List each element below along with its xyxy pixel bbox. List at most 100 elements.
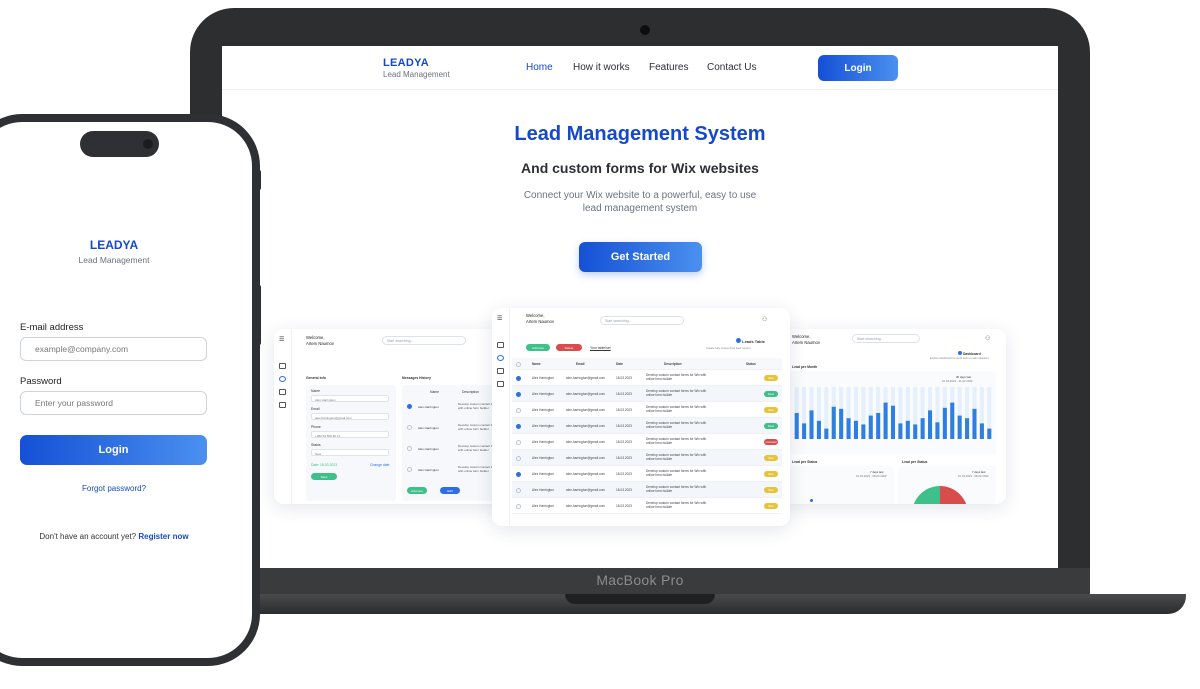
- status-badge[interactable]: New: [764, 487, 778, 493]
- table-row[interactable]: Alex Harrington alex-harrington@gmail.com…: [512, 418, 782, 434]
- nav-link-home[interactable]: Home: [526, 62, 553, 73]
- table-row[interactable]: Alex Harrington alex-harrington@gmail.com…: [512, 434, 782, 450]
- password-label: Password: [20, 376, 62, 387]
- table-row[interactable]: Alex Harrington alex-harrington@gmail.com…: [512, 402, 782, 418]
- bar: [876, 413, 881, 439]
- nav-link-features[interactable]: Features: [649, 62, 688, 73]
- table-tab[interactable]: Your table/set: [590, 346, 611, 350]
- row-checkbox[interactable]: [407, 467, 412, 472]
- phone-login-button[interactable]: Login: [20, 435, 207, 465]
- col-status[interactable]: Status: [746, 362, 756, 366]
- save-button[interactable]: Save: [311, 473, 337, 480]
- name-field[interactable]: Alex Harrington: [311, 395, 389, 402]
- chart-title-status-2: Lead per Status: [902, 460, 928, 464]
- top-navigation: LEADYA Lead Management Home How it works…: [222, 46, 1058, 90]
- register-now-link[interactable]: Register now: [138, 532, 188, 541]
- row-email: alex-harrington@gmail.com: [566, 488, 606, 492]
- bookmark-icon[interactable]: [497, 368, 504, 374]
- add-new-button[interactable]: Add new: [526, 344, 550, 351]
- grid-icon[interactable]: [497, 342, 504, 348]
- email-input[interactable]: example@company.com: [20, 337, 207, 361]
- bar: [846, 418, 851, 439]
- row-checkbox[interactable]: [516, 471, 521, 477]
- email-field[interactable]: alex-harrington@gmail.com: [311, 413, 389, 420]
- row-email: alex-harrington@gmail.com: [566, 424, 606, 428]
- message-row[interactable]: Alex Harrington Develop custom contact fo…: [406, 399, 504, 416]
- layers-icon[interactable]: [497, 381, 504, 387]
- change-date-link[interactable]: Change date: [370, 463, 389, 467]
- row-name: Alex Harrington: [532, 392, 554, 396]
- bar: [950, 402, 955, 439]
- login-button[interactable]: Login: [818, 55, 898, 81]
- hero-title: Lead Management System: [514, 123, 766, 145]
- status-badge[interactable]: New: [764, 455, 778, 461]
- message-name: Alex Harrington: [418, 405, 439, 409]
- row-checkbox[interactable]: [516, 503, 521, 509]
- phone-field[interactable]: +380 63 569 96 14: [311, 431, 389, 438]
- status-badge[interactable]: New: [764, 471, 778, 477]
- row-checkbox[interactable]: [516, 423, 521, 429]
- row-checkbox[interactable]: [516, 487, 521, 493]
- message-row[interactable]: Alex Harrington Develop custom contact fo…: [406, 441, 504, 458]
- col-name[interactable]: Name: [532, 362, 541, 366]
- bar: [920, 418, 925, 439]
- messages-history-heading: Messages History: [402, 376, 431, 380]
- logo-name[interactable]: LEADYA: [383, 57, 429, 69]
- status-badge[interactable]: Done: [764, 423, 778, 429]
- table-row[interactable]: Alex Harrington alex-harrington@gmail.com…: [512, 482, 782, 498]
- row-checkbox[interactable]: [407, 404, 412, 409]
- row-name: Alex Harrington: [532, 504, 554, 508]
- leads-table-preview: ☰ Welcome, Artem Naumov Start searching..…: [492, 308, 790, 526]
- search-input[interactable]: Start searching...: [852, 334, 920, 343]
- status-badge[interactable]: Done: [764, 391, 778, 397]
- password-input[interactable]: Enter your password: [20, 391, 207, 415]
- msg-col-name: Name: [430, 390, 440, 394]
- get-started-button[interactable]: Get Started: [579, 242, 702, 272]
- col-email[interactable]: Email: [576, 362, 585, 366]
- row-email: alex-harrington@gmail.com: [566, 376, 606, 380]
- row-checkbox[interactable]: [516, 407, 521, 413]
- table-row[interactable]: Alex Harrington alex-harrington@gmail.com…: [512, 466, 782, 482]
- table-row[interactable]: Alex Harrington alex-harrington@gmail.com…: [512, 386, 782, 402]
- hero-subtitle: And custom forms for Wix websites: [521, 160, 759, 176]
- message-name: Alex Harrington: [418, 468, 439, 472]
- select-all-checkbox[interactable]: [516, 361, 521, 367]
- table-row[interactable]: Alex Harrington alex-harrington@gmail.com…: [512, 370, 782, 386]
- users-icon: [279, 376, 286, 382]
- search-input[interactable]: Start searching...: [600, 316, 684, 325]
- row-name: Alex Harrington: [532, 472, 554, 476]
- search-input[interactable]: Start searching...: [382, 336, 466, 345]
- col-date[interactable]: Date: [616, 362, 623, 366]
- row-description: Develop custom contact forms for Wix wit…: [646, 421, 707, 430]
- email-label: E-mail address: [20, 322, 84, 333]
- table-row[interactable]: Alex Harrington alex-harrington@gmail.com…: [512, 498, 782, 514]
- row-checkbox[interactable]: [407, 425, 412, 430]
- menu-icon[interactable]: ☰: [497, 315, 502, 322]
- row-checkbox[interactable]: [516, 375, 521, 381]
- row-checkbox[interactable]: [516, 439, 521, 445]
- row-checkbox[interactable]: [516, 455, 521, 461]
- nav-link-how-it-works[interactable]: How it works: [573, 62, 630, 73]
- laptop-model-label: MacBook Pro: [596, 572, 684, 588]
- user-icon[interactable]: ⚇: [985, 335, 990, 342]
- status-badge[interactable]: New: [764, 503, 778, 509]
- table-row[interactable]: Alex Harrington alex-harrington@gmail.com…: [512, 450, 782, 466]
- users-icon[interactable]: [497, 355, 504, 361]
- bar: [824, 428, 829, 439]
- row-email: alex-harrington@gmail.com: [566, 408, 606, 412]
- nav-link-contact-us[interactable]: Contact Us: [707, 62, 756, 73]
- row-checkbox[interactable]: [407, 446, 412, 451]
- status-badge[interactable]: New: [764, 375, 778, 381]
- user-icon[interactable]: ⚇: [762, 316, 767, 323]
- message-row[interactable]: Alex Harrington Develop custom contact fo…: [406, 420, 504, 437]
- row-name: Alex Harrington: [532, 456, 554, 460]
- status-select[interactable]: New: [311, 449, 389, 456]
- delete-button[interactable]: Delete: [556, 344, 582, 351]
- forgot-password-link[interactable]: Forgot password?: [0, 484, 228, 493]
- status-badge[interactable]: New: [764, 407, 778, 413]
- edit-button[interactable]: Edit: [440, 487, 460, 494]
- message-row[interactable]: Alex Harrington Develop custom contact fo…: [406, 462, 504, 479]
- row-checkbox[interactable]: [516, 391, 521, 397]
- status-badge[interactable]: Canceled: [764, 439, 778, 445]
- add-new-button[interactable]: Add new: [407, 487, 427, 494]
